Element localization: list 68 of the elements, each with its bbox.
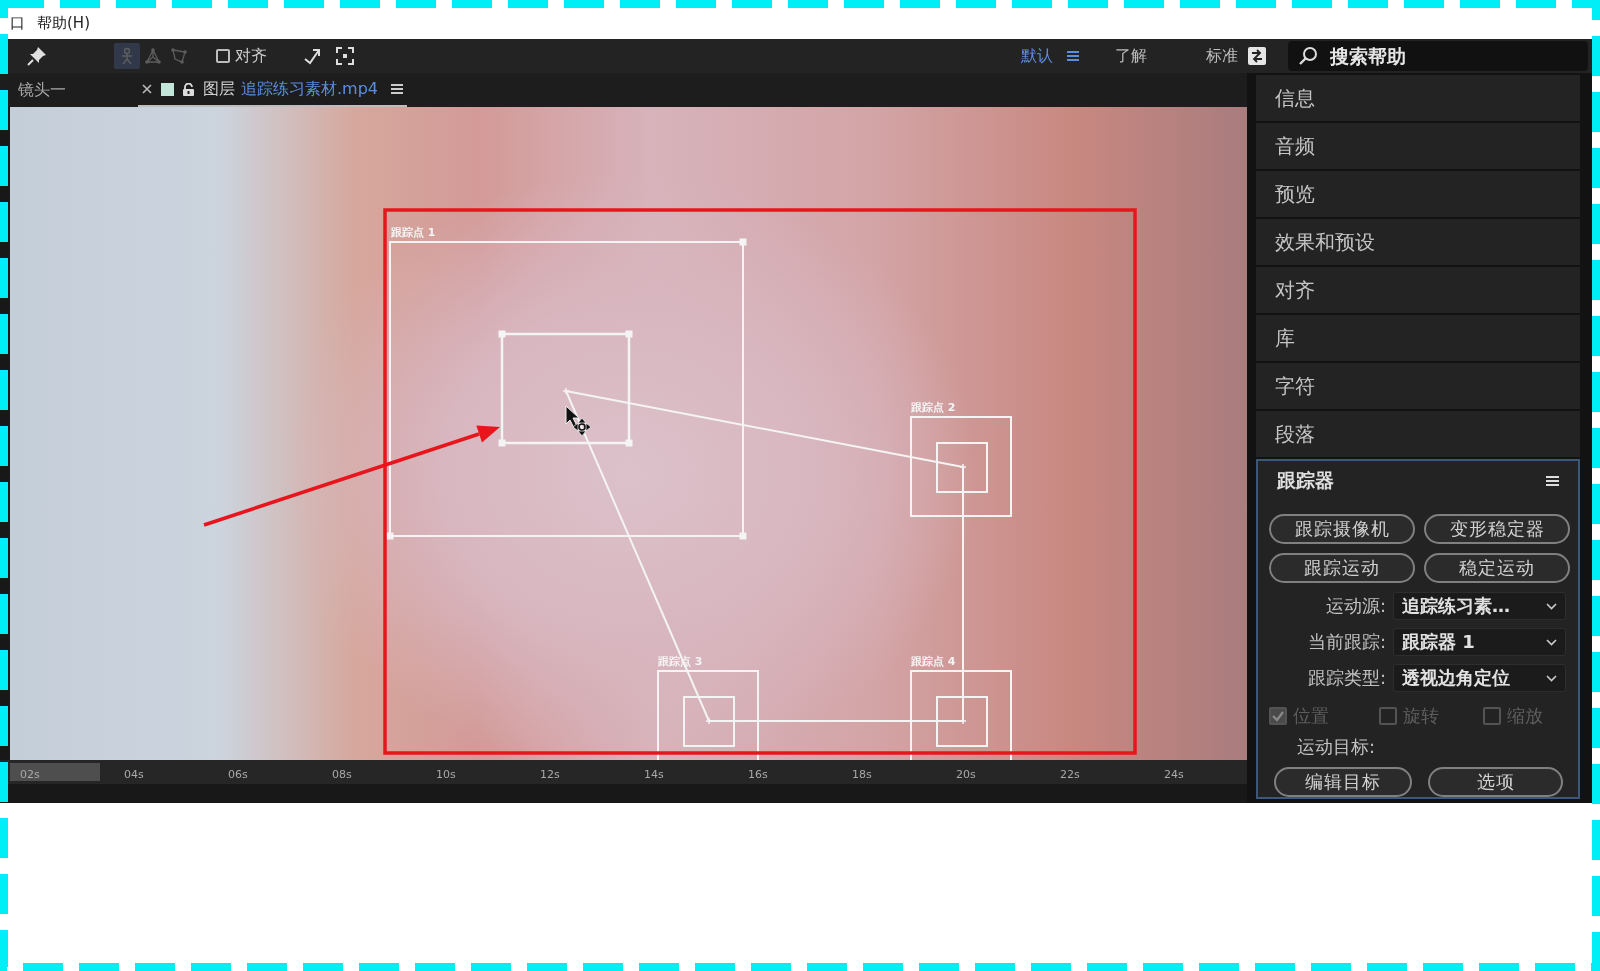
tracker-title: 跟踪器 xyxy=(1277,468,1334,493)
time-navigator-handle[interactable] xyxy=(10,763,100,781)
cursor-icon xyxy=(565,405,580,429)
dropdown[interactable]: 透视边角定位 xyxy=(1393,664,1566,692)
panel-header[interactable]: 字符 xyxy=(1256,363,1580,409)
time-ruler-label: 24s xyxy=(1164,767,1184,781)
time-ruler-label: 22s xyxy=(1060,767,1080,781)
track-point[interactable] xyxy=(910,670,1012,760)
workspace-tab[interactable]: 默认 xyxy=(1021,45,1053,67)
workspace-tab[interactable]: 标准 xyxy=(1206,45,1238,67)
track-point-label: 跟踪点 1 xyxy=(391,226,436,239)
menu-icon[interactable] xyxy=(1067,50,1079,62)
quad-nodes-icon xyxy=(170,47,188,65)
search-icon xyxy=(1298,46,1318,66)
checkbox-label[interactable]: 对齐 xyxy=(235,45,267,67)
color-swatch-icon xyxy=(161,82,174,96)
tracker-button[interactable]: 跟踪运动 xyxy=(1269,553,1415,583)
menu-item[interactable]: 口 xyxy=(10,14,25,33)
time-ruler-label: 14s xyxy=(644,767,664,781)
chevron-down-icon xyxy=(1546,674,1557,682)
time-ruler-label: 20s xyxy=(956,767,976,781)
panel-header[interactable]: 库 xyxy=(1256,315,1580,361)
chevron-down-icon xyxy=(1546,638,1557,646)
field-label: 运动源: xyxy=(1324,594,1386,618)
lock-icon[interactable] xyxy=(183,82,194,96)
search-field[interactable]: 搜索帮助 xyxy=(1288,41,1588,71)
tracker-button[interactable]: 变形稳定器 xyxy=(1424,514,1570,544)
track-point-label: 跟踪点 4 xyxy=(911,655,956,668)
time-ruler-label: 16s xyxy=(748,767,768,781)
field-label: 跟踪类型: xyxy=(1306,666,1386,690)
workspace-tab[interactable]: 了解 xyxy=(1115,45,1147,67)
checkbox[interactable] xyxy=(216,49,230,63)
close-icon[interactable] xyxy=(142,84,152,94)
panel-header[interactable]: 音频 xyxy=(1256,123,1580,169)
panel-header[interactable]: 对齐 xyxy=(1256,267,1580,313)
track-point[interactable] xyxy=(910,416,1012,517)
panel-tab[interactable]: 镜头一 xyxy=(18,73,66,107)
triangle-nodes-icon xyxy=(144,47,162,65)
field-label: 当前跟踪: xyxy=(1306,630,1386,654)
dropdown[interactable]: 跟踪器 1 xyxy=(1393,628,1566,656)
field-label: 运动目标: xyxy=(1297,737,1376,757)
menu-item[interactable]: 帮助(H) xyxy=(37,14,90,33)
panel-header[interactable]: 信息 xyxy=(1256,75,1580,121)
time-ruler-label: 10s xyxy=(436,767,456,781)
track-point[interactable] xyxy=(386,238,747,540)
tracker-button[interactable]: 编辑目标 xyxy=(1274,767,1412,797)
time-ruler-label: 12s xyxy=(540,767,560,781)
arrows-box-icon[interactable] xyxy=(1248,47,1266,65)
menu-icon[interactable] xyxy=(391,83,403,95)
panel-header[interactable]: 效果和预设 xyxy=(1256,219,1580,265)
time-ruler-label: 02s xyxy=(20,767,40,781)
track-point-label: 跟踪点 2 xyxy=(911,401,956,414)
tracker-button[interactable]: 选项 xyxy=(1428,767,1563,797)
frame-corners-icon[interactable] xyxy=(336,47,354,65)
track-point[interactable] xyxy=(657,670,759,760)
tracker-button[interactable]: 跟踪摄像机 xyxy=(1269,514,1415,544)
time-ruler-label: 18s xyxy=(852,767,872,781)
panel-header[interactable]: 预览 xyxy=(1256,171,1580,217)
dropdown[interactable]: 追踪练习素… xyxy=(1393,592,1566,620)
time-ruler-label: 04s xyxy=(124,767,144,781)
expand-arrow-icon[interactable] xyxy=(303,47,321,65)
panel-header[interactable]: 段落 xyxy=(1256,411,1580,457)
tracker-button[interactable]: 稳定运动 xyxy=(1424,553,1570,583)
chevron-down-icon xyxy=(1546,602,1557,610)
move-cursor-icon xyxy=(572,417,592,437)
pin-icon xyxy=(27,46,47,66)
time-ruler-label: 06s xyxy=(228,767,248,781)
time-ruler-label: 08s xyxy=(332,767,352,781)
